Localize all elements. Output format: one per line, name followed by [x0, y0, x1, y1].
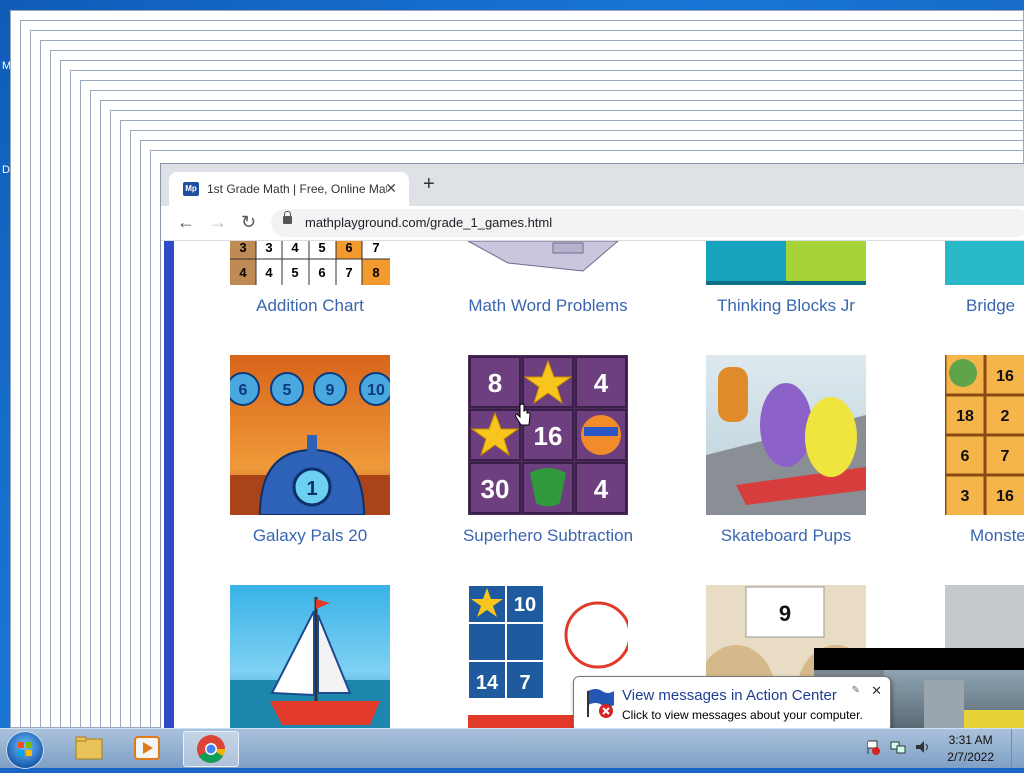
chart-cell: 7: [345, 265, 352, 280]
superhero-cell: 4: [594, 368, 609, 398]
browser-toolbar: ← → ↻ mathplayground.com/grade_1_games.h…: [161, 206, 1024, 241]
galaxy-number: 10: [367, 382, 385, 399]
tray-clock[interactable]: 3:31 AM 2/7/2022: [947, 732, 994, 766]
monster-cell: 16: [996, 368, 1014, 385]
reload-icon[interactable]: ↻: [241, 212, 256, 233]
balloon-title[interactable]: View messages in Action Center: [622, 687, 837, 704]
taskbar-media-player[interactable]: [122, 731, 172, 765]
tab-close-icon[interactable]: ✕: [385, 180, 397, 197]
sailboat-thumbnail[interactable]: [230, 585, 390, 728]
show-desktop-button[interactable]: [1011, 729, 1024, 768]
monster-cell: 3: [961, 488, 970, 505]
chart-cell: 4: [265, 265, 273, 280]
tab-title: 1st Grade Math | Free, Online Math Games: [207, 182, 387, 196]
monster-cell: 16: [996, 488, 1014, 505]
chart-cell: 6: [318, 265, 325, 280]
math-word-problems-thumbnail[interactable]: [468, 241, 628, 285]
superhero-image: 8 4 16 30 4: [469, 356, 627, 514]
monster-image: 16 18 2 6 7 3 16: [945, 355, 1024, 515]
action-center-flag-icon: [587, 689, 614, 718]
bridge-thumbnail[interactable]: [945, 241, 1024, 285]
favicon-icon: Mp: [183, 182, 199, 196]
superhero-cell: 16: [534, 421, 563, 451]
hand-cursor-icon: [515, 403, 531, 426]
tray-time: 3:31 AM: [948, 733, 993, 747]
addition-chart-thumbnail[interactable]: 3 3 4 5 6 7 4 4 5 6 7 8: [230, 241, 390, 285]
monster-cell: 18: [956, 408, 974, 425]
monster-thumbnail[interactable]: 16 18 2 6 7 3 16: [945, 355, 1024, 515]
chart-cell: 3: [239, 241, 246, 255]
galaxy-number: 9: [326, 382, 335, 399]
galaxy-number: 6: [239, 382, 248, 399]
lock-icon[interactable]: [283, 211, 292, 224]
taskbar-chrome[interactable]: [183, 731, 239, 767]
monster-cell: 7: [1001, 448, 1010, 465]
game-link[interactable]: Superhero Subtraction: [428, 526, 668, 546]
game-link[interactable]: Skateboard Pups: [666, 526, 906, 546]
tab-active[interactable]: Mp 1st Grade Math | Free, Online Math Ga…: [169, 172, 409, 206]
media-player-icon: [134, 736, 160, 760]
windows-logo-icon: [18, 742, 32, 756]
keyboard-image: [468, 241, 619, 272]
balloon-close-icon[interactable]: ✕: [871, 683, 882, 699]
superhero-cell: 8: [488, 368, 502, 398]
skateboard-pups-image: [706, 367, 866, 515]
galaxy-center-number: 1: [306, 478, 317, 500]
tab-strip: Mp 1st Grade Math | Free, Online Math Ga…: [161, 164, 1024, 206]
blocks-image: [706, 241, 866, 285]
new-tab-button[interactable]: +: [423, 173, 435, 196]
game-link[interactable]: Addition Chart: [190, 296, 430, 316]
address-bar[interactable]: mathplayground.com/grade_1_games.html: [271, 209, 1024, 237]
ferris-cell: 7: [519, 672, 530, 694]
action-center-tray-icon[interactable]: [866, 739, 880, 755]
puppy-card-number: 9: [779, 601, 791, 626]
game-link[interactable]: Galaxy Pals 20: [190, 526, 430, 546]
superhero-cell: 4: [594, 474, 609, 504]
start-button[interactable]: [6, 731, 44, 769]
monster-cell: 6: [961, 448, 970, 465]
galaxy-number: 5: [283, 382, 292, 399]
volume-tray-icon[interactable]: [914, 739, 930, 755]
action-center-balloon[interactable]: View messages in Action Center Click to …: [573, 676, 891, 732]
folder-icon: [75, 736, 103, 760]
browser-window: Mp 1st Grade Math | Free, Online Math Ga…: [160, 163, 1024, 728]
galaxy-pals-image: 6 5 9 10 1: [230, 372, 390, 515]
chart-cell: 4: [291, 241, 299, 255]
chart-cell: 5: [291, 265, 298, 280]
game-link[interactable]: Math Word Problems: [428, 296, 668, 316]
galaxy-pals-thumbnail[interactable]: 6 5 9 10 1: [230, 355, 390, 515]
page-side-bar: [164, 241, 174, 728]
ferris-cell: 14: [476, 672, 499, 694]
network-tray-icon[interactable]: [890, 739, 906, 755]
superhero-subtraction-thumbnail[interactable]: 8 4 16 30 4: [468, 355, 628, 515]
back-arrow-icon[interactable]: ←: [177, 212, 195, 233]
taskbar-explorer[interactable]: [64, 731, 114, 765]
game-link[interactable]: Monste: [905, 526, 1024, 546]
url-text: mathplayground.com/grade_1_games.html: [305, 215, 553, 230]
chart-cell: 7: [372, 241, 379, 255]
chart-cell: 3: [265, 241, 272, 255]
chart-cell: 6: [345, 241, 352, 255]
game-link[interactable]: Bridge: [905, 296, 1024, 316]
sailboat-image: [230, 597, 390, 728]
desktop-icon-label[interactable]: D: [2, 164, 10, 176]
superhero-cell: 30: [481, 474, 510, 504]
skateboard-pups-thumbnail[interactable]: [706, 355, 866, 515]
chart-cell: 8: [372, 265, 379, 280]
balloon-body[interactable]: Click to view messages about your comput…: [622, 708, 863, 722]
overlay-bar: [814, 648, 1024, 670]
chrome-icon: [197, 735, 225, 763]
thinking-blocks-thumbnail[interactable]: [706, 241, 866, 285]
balloon-options-icon[interactable]: ✎: [852, 685, 860, 696]
chart-cell: 5: [318, 241, 325, 255]
game-link[interactable]: Thinking Blocks Jr: [666, 296, 906, 316]
taskbar: 3:31 AM 2/7/2022: [0, 728, 1024, 769]
forward-arrow-icon[interactable]: →: [209, 212, 227, 233]
addition-chart-image: 3 3 4 5 6 7 4 4 5 6 7 8: [230, 241, 390, 285]
tray-date: 2/7/2022: [947, 750, 994, 764]
ferris-cell: 10: [514, 594, 536, 616]
chart-cell: 4: [239, 265, 247, 280]
monster-cell: 2: [1001, 408, 1010, 425]
